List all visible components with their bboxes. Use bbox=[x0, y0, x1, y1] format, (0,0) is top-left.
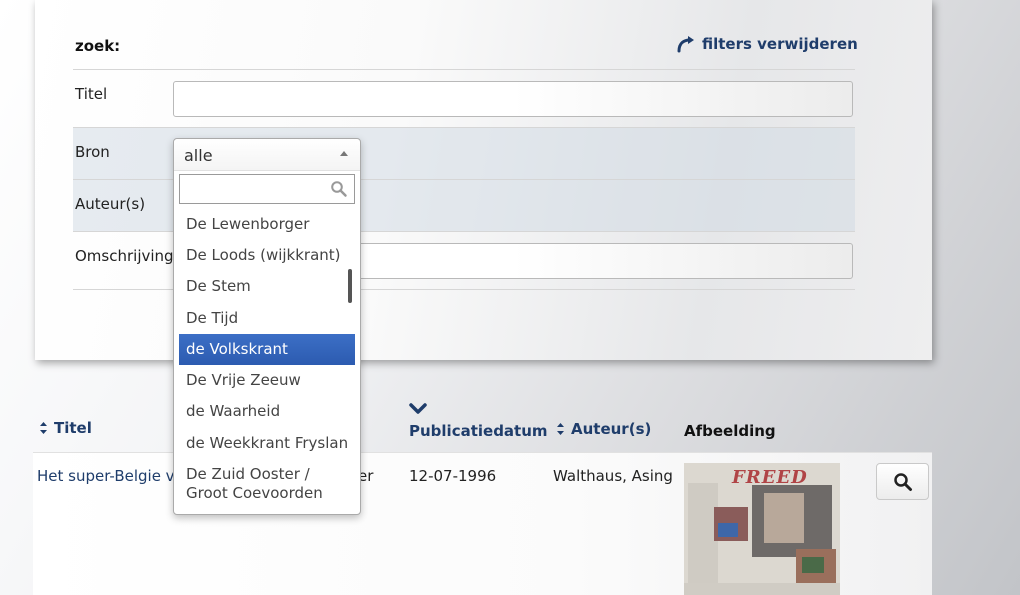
sort-descending-icon[interactable] bbox=[409, 403, 427, 415]
source-option[interactable]: de Waarheid bbox=[179, 396, 355, 427]
description-label: Omschrijving bbox=[75, 247, 174, 265]
result-title-link[interactable]: Het super-Belgie va bbox=[37, 467, 184, 485]
source-option[interactable]: de Weekkrant Fryslan bbox=[179, 428, 355, 459]
view-detail-button[interactable] bbox=[876, 463, 929, 500]
sort-icon bbox=[557, 423, 564, 435]
source-dropdown[interactable]: alle De Lewenborger De Loods (wijkkrant)… bbox=[173, 138, 361, 515]
source-select-toggle[interactable]: alle bbox=[174, 139, 360, 171]
source-option[interactable]: De Zuid Ooster / Groot Coevoorden bbox=[179, 460, 355, 505]
redo-arrow-icon bbox=[677, 36, 694, 53]
source-option[interactable]: De Tijd bbox=[179, 303, 355, 334]
source-selected-value: alle bbox=[184, 146, 213, 165]
reset-filters-label: filters verwijderen bbox=[702, 35, 858, 53]
sort-authors-header[interactable]: Auteur(s) bbox=[556, 420, 651, 438]
source-option[interactable]: De Lewenborger bbox=[179, 209, 355, 240]
source-filter-input[interactable] bbox=[179, 174, 355, 204]
image-column-label: Afbeelding bbox=[684, 422, 776, 440]
title-row: Titel bbox=[73, 69, 855, 127]
magnifier-icon bbox=[893, 472, 912, 491]
image-column-header: Afbeelding bbox=[684, 422, 776, 440]
title-label: Titel bbox=[75, 85, 108, 103]
result-authors: Walthaus, Asing bbox=[553, 467, 673, 485]
search-heading: zoek: bbox=[75, 37, 121, 55]
title-column-label: Titel bbox=[54, 419, 92, 437]
date-column-label: Publicatiedatum bbox=[409, 422, 548, 440]
chevron-up-icon bbox=[340, 151, 348, 156]
reset-filters-link[interactable]: filters verwijderen bbox=[676, 35, 858, 53]
title-input[interactable] bbox=[173, 81, 853, 117]
source-label: Bron bbox=[75, 143, 110, 161]
result-thumbnail[interactable]: FREED bbox=[684, 463, 840, 595]
sort-title-header[interactable]: Titel bbox=[39, 419, 92, 437]
source-option[interactable]: De Loods (wijkkrant) bbox=[179, 240, 355, 271]
authors-column-label: Auteur(s) bbox=[571, 420, 652, 438]
authors-label: Auteur(s) bbox=[75, 195, 146, 213]
thumbnail-headline: FREED bbox=[732, 467, 808, 488]
sort-icon bbox=[40, 422, 47, 434]
source-option-highlighted[interactable]: de Volkskrant bbox=[179, 334, 355, 365]
dropdown-scrollbar[interactable] bbox=[348, 269, 352, 303]
result-date: 12-07-1996 bbox=[409, 467, 497, 485]
source-option[interactable]: De Vrije Zeeuw bbox=[179, 365, 355, 396]
search-icon bbox=[331, 181, 347, 197]
source-option[interactable]: De Stem bbox=[179, 271, 355, 302]
search-panel: zoek: filters verwijderen Titel Bron Aut… bbox=[35, 0, 932, 360]
sort-date-header[interactable]: Publicatiedatum bbox=[409, 422, 548, 440]
